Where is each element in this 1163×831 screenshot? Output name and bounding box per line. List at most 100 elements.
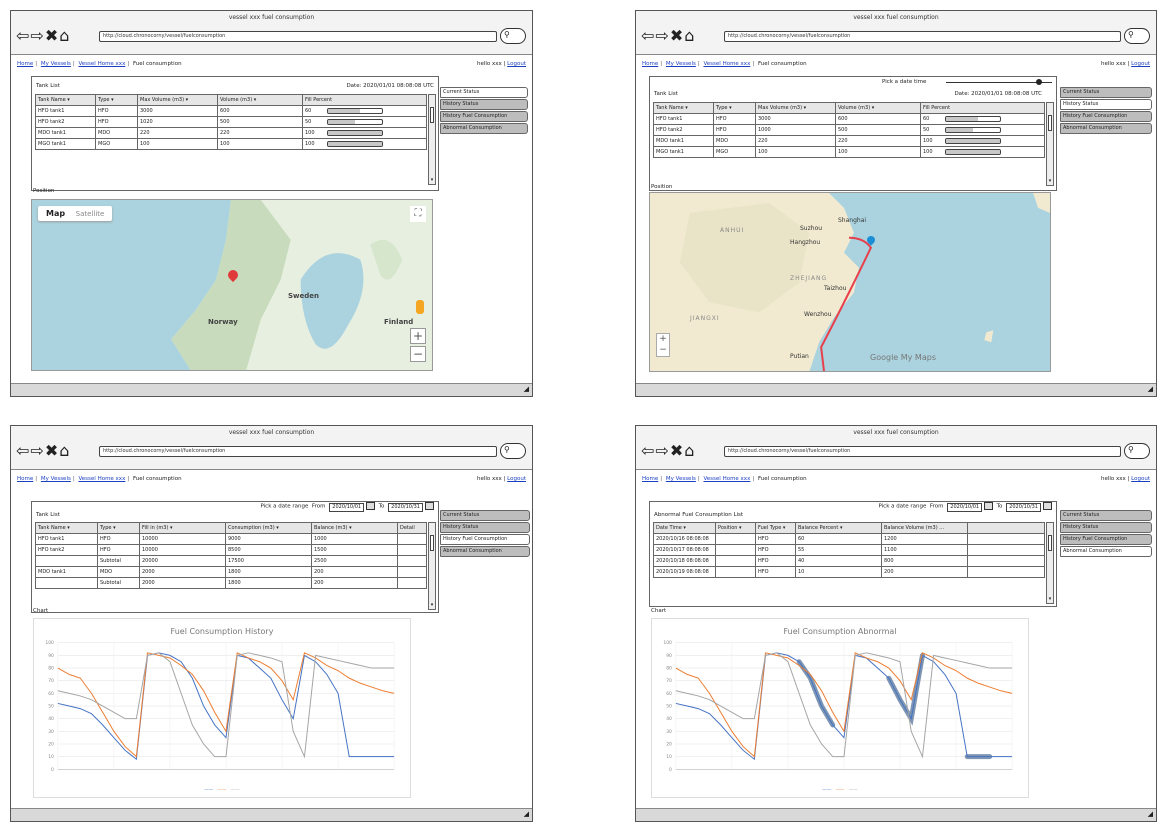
tab-current-status[interactable]: Current Status xyxy=(1060,510,1152,521)
url-bar[interactable]: http://cloud.chronocorny/vessel/fuelcons… xyxy=(99,31,497,42)
calendar-icon[interactable] xyxy=(1043,502,1052,510)
col-header[interactable]: Max Volume (m3) ▾ xyxy=(755,102,836,114)
tab-history-status[interactable]: History Status xyxy=(440,522,530,533)
col-header[interactable]: Consumption (m3) ▾ xyxy=(225,522,312,534)
to-date-input[interactable]: 2020/10/31 xyxy=(388,502,423,512)
tab-history-status[interactable]: History Status xyxy=(1060,99,1152,110)
from-date-input[interactable]: 2020/10/01 xyxy=(947,502,983,512)
table-row[interactable]: 2020/10/17 08:08:08 HFO 55 1100 xyxy=(653,544,1045,556)
col-header[interactable]: Fill Percent xyxy=(920,102,1045,114)
tab-abnormal[interactable]: Abnormal Consumption xyxy=(440,123,528,134)
col-header[interactable]: Tank Name ▾ xyxy=(653,102,714,114)
table-row[interactable]: 2020/10/19 08:08:08 HFO 10 200 xyxy=(653,566,1045,578)
col-header[interactable]: Type ▾ xyxy=(95,94,138,106)
tab-history-fuel[interactable]: History Fuel Consumption xyxy=(1060,111,1152,122)
table-row[interactable]: 2020/10/18 08:08:08 HFO 40 800 xyxy=(653,555,1045,567)
table-scrollbar[interactable]: ▾ xyxy=(1046,102,1054,186)
col-header[interactable]: Volume (m3) ▾ xyxy=(835,102,921,114)
search-icon[interactable]: ⚲ xyxy=(1124,28,1150,44)
table-row[interactable]: MDO tank1 MDO 220 220 100 xyxy=(35,127,427,139)
table-scrollbar[interactable]: ▾ xyxy=(428,94,436,185)
crumb-my-vessels[interactable]: My Vessels xyxy=(41,61,71,67)
table-row[interactable]: MDO tank1 MDO 2000 1800 200 xyxy=(35,566,427,578)
crumb-vessel-home[interactable]: Vessel Home xxx xyxy=(78,61,125,67)
table-scrollbar[interactable]: ▾ xyxy=(1046,522,1054,604)
calendar-icon[interactable] xyxy=(984,502,994,510)
col-header[interactable]: Type ▾ xyxy=(713,102,756,114)
date-slider[interactable] xyxy=(946,79,1052,85)
resize-icon[interactable]: ◢ xyxy=(1148,385,1153,393)
crumb-home[interactable]: Home xyxy=(17,476,33,482)
col-header[interactable]: Balance Volume (m3) ... xyxy=(881,522,968,534)
table-row[interactable]: Subtotal 2000 1800 200 xyxy=(35,577,427,589)
map-view[interactable]: Shanghai Suzhou Hangzhou Taizhou Wenzhou… xyxy=(649,192,1051,372)
logout-link[interactable]: Logout xyxy=(1131,476,1150,482)
tab-current-status[interactable]: Current Status xyxy=(440,87,528,98)
col-header[interactable]: Detail xyxy=(397,522,427,534)
zoom-control[interactable]: + − xyxy=(656,333,670,357)
crumb-home[interactable]: Home xyxy=(17,61,33,67)
fullscreen-icon[interactable]: ⛶ xyxy=(410,206,426,222)
tab-abnormal[interactable]: Abnormal Consumption xyxy=(1060,546,1152,557)
logout-link[interactable]: Logout xyxy=(507,476,526,482)
crumb-home[interactable]: Home xyxy=(642,476,658,482)
tab-history-status[interactable]: History Status xyxy=(440,99,528,110)
calendar-icon[interactable] xyxy=(425,502,434,510)
tab-history-fuel[interactable]: History Fuel Consumption xyxy=(440,534,530,545)
table-row[interactable]: MGO tank1 MGO 100 100 100 xyxy=(35,138,427,150)
col-header[interactable]: Fill Percent xyxy=(302,94,427,106)
search-icon[interactable]: ⚲ xyxy=(500,443,526,459)
tab-history-fuel[interactable]: History Fuel Consumption xyxy=(440,111,528,122)
crumb-home[interactable]: Home xyxy=(642,61,658,67)
logout-link[interactable]: Logout xyxy=(1131,61,1150,67)
table-row[interactable]: HFO tank2 HFO 1000 500 50 xyxy=(653,124,1045,136)
tab-current-status[interactable]: Current Status xyxy=(440,510,530,521)
to-date-input[interactable]: 2020/10/31 xyxy=(1006,502,1041,512)
url-bar[interactable]: http://cloud.chronocorny/vessel/fuelcons… xyxy=(724,446,1121,457)
pegman-icon[interactable] xyxy=(416,300,424,314)
browser-nav-icons[interactable]: ⇦⇨✖⌂ xyxy=(16,28,70,44)
col-header[interactable]: Balance Percent ▾ xyxy=(795,522,882,534)
col-header[interactable]: Tank Name ▾ xyxy=(35,94,96,106)
col-header[interactable]: Volume (m3) ▾ xyxy=(217,94,303,106)
crumb-vessel-home[interactable]: Vessel Home xxx xyxy=(78,476,125,482)
col-header[interactable]: Date Time ▾ xyxy=(653,522,716,534)
col-header[interactable]: Balance (m3) ▾ xyxy=(311,522,398,534)
map-button[interactable]: Map xyxy=(46,209,65,218)
tab-history-status[interactable]: History Status xyxy=(1060,522,1152,533)
col-header[interactable]: Tank Name ▾ xyxy=(35,522,98,534)
table-row[interactable]: Subtotal 20000 17500 2500 xyxy=(35,555,427,567)
browser-nav-icons[interactable]: ⇦⇨✖⌂ xyxy=(641,443,695,459)
crumb-my-vessels[interactable]: My Vessels xyxy=(666,476,696,482)
search-icon[interactable]: ⚲ xyxy=(500,28,526,44)
zoom-out-button[interactable]: − xyxy=(410,346,426,362)
col-header[interactable]: Fill in (m3) ▾ xyxy=(139,522,226,534)
resize-icon[interactable]: ◢ xyxy=(524,810,529,818)
crumb-vessel-home[interactable]: Vessel Home xxx xyxy=(703,61,750,67)
tab-abnormal[interactable]: Abnormal Consumption xyxy=(1060,123,1152,134)
browser-nav-icons[interactable]: ⇦⇨✖⌂ xyxy=(641,28,695,44)
satellite-button[interactable]: Satellite xyxy=(76,210,105,218)
search-icon[interactable]: ⚲ xyxy=(1124,443,1150,459)
map-view[interactable]: Map Satellite ⛶ Sweden Norway Finland + … xyxy=(31,199,433,371)
table-row[interactable]: HFO tank2 HFO 10000 8500 1500 xyxy=(35,544,427,556)
zoom-in-button[interactable]: + xyxy=(410,328,426,344)
table-row[interactable]: 2020/10/16 08:08:08 HFO 60 1200 xyxy=(653,533,1045,545)
crumb-my-vessels[interactable]: My Vessels xyxy=(666,61,696,67)
tab-current-status[interactable]: Current Status xyxy=(1060,87,1152,98)
col-header[interactable]: Max Volume (m3) ▾ xyxy=(137,94,218,106)
crumb-my-vessels[interactable]: My Vessels xyxy=(41,476,71,482)
col-header[interactable]: Position ▾ xyxy=(715,522,756,534)
table-row[interactable]: MDO tank1 MDO 220 220 100 xyxy=(653,135,1045,147)
tab-history-fuel[interactable]: History Fuel Consumption xyxy=(1060,534,1152,545)
tab-abnormal[interactable]: Abnormal Consumption xyxy=(440,546,530,557)
col-header[interactable]: Fuel Type ▾ xyxy=(755,522,796,534)
logout-link[interactable]: Logout xyxy=(507,61,526,67)
slider-knob[interactable] xyxy=(1036,79,1043,85)
browser-nav-icons[interactable]: ⇦⇨✖⌂ xyxy=(16,443,70,459)
url-bar[interactable]: http://cloud.chronocorny/vessel/fuelcons… xyxy=(724,31,1121,42)
table-row[interactable]: HFO tank1 HFO 3000 600 60 xyxy=(653,113,1045,125)
resize-icon[interactable]: ◢ xyxy=(524,385,529,393)
table-scrollbar[interactable]: ▾ xyxy=(428,522,436,610)
resize-icon[interactable]: ◢ xyxy=(1148,810,1153,818)
